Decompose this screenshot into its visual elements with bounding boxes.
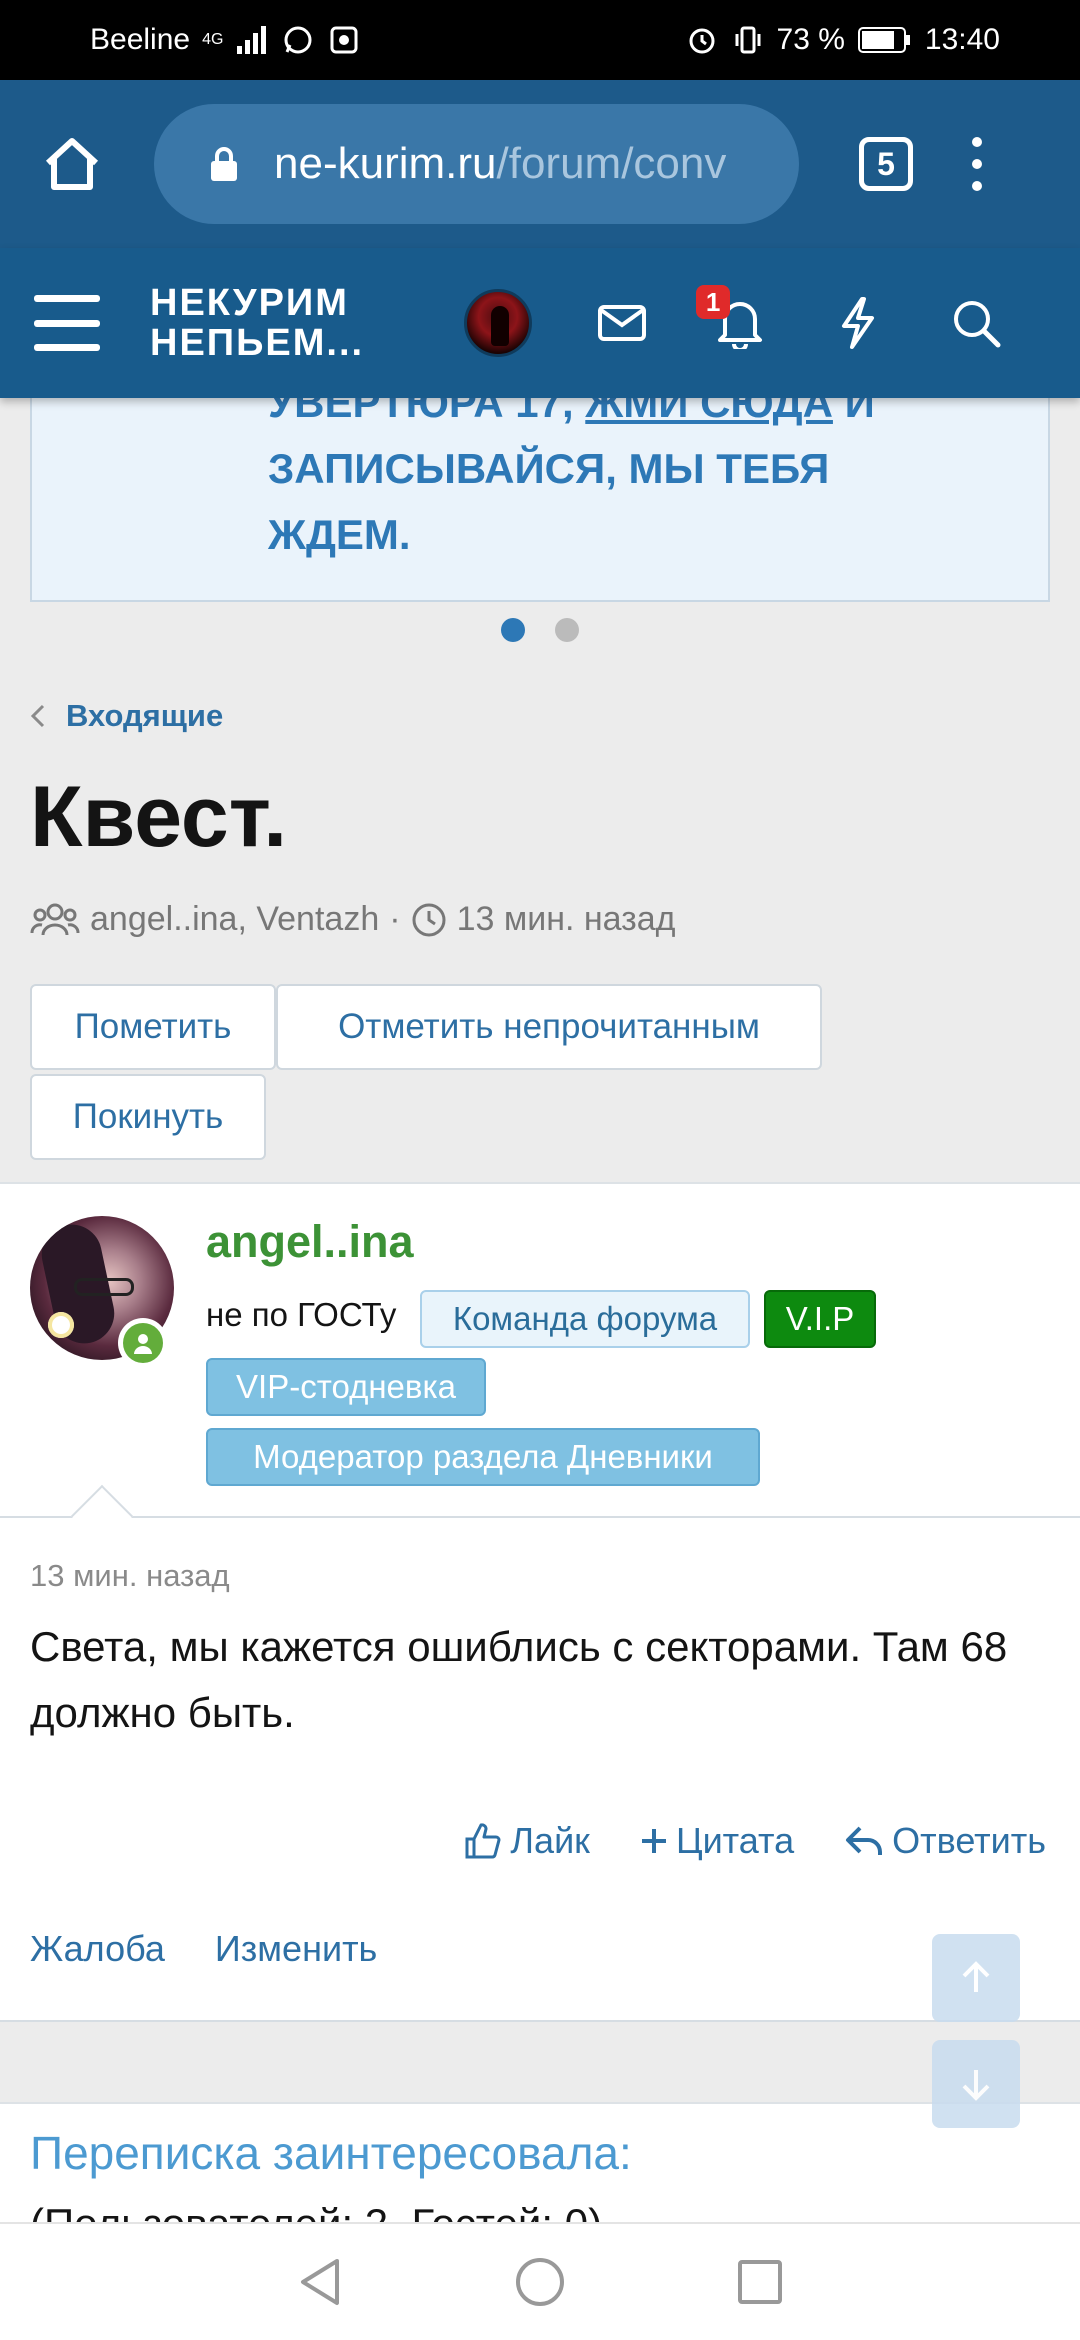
mark-button[interactable]: Пометить	[30, 984, 276, 1070]
status-left: Beeline 4G	[90, 23, 361, 57]
carousel-dots	[0, 618, 1080, 642]
url-path: /forum/conv	[496, 139, 727, 188]
recents-square-icon	[738, 2260, 782, 2304]
message-actions: Лайк Цитата Ответить	[464, 1820, 1046, 1862]
message-time[interactable]: 13 мин. назад	[30, 1558, 230, 1594]
online-status-icon	[118, 1318, 168, 1368]
status-bar: Beeline 4G 73 % 13:40	[0, 0, 1080, 80]
alarm-icon	[685, 23, 719, 57]
home-circle-icon	[516, 2258, 564, 2306]
address-bar[interactable]: ne-kurim.ru/forum/conv	[154, 104, 799, 224]
moderator-banner: Модератор раздела Дневники	[206, 1428, 760, 1486]
vibrate-icon	[731, 23, 765, 57]
report-link[interactable]: Жалоба	[30, 1928, 165, 1970]
back-triangle-icon	[301, 2259, 339, 2305]
logo-line-2: НЕПЬЕМ...	[150, 322, 365, 364]
message-text: Света, мы кажется ошиблись с секторами. …	[30, 1623, 1008, 1736]
envelope-icon	[598, 305, 647, 341]
conversation-time: 13 мин. назад	[456, 900, 676, 938]
breadcrumb-inbox[interactable]: Входящие	[66, 698, 223, 734]
carousel-dot-1[interactable]	[501, 618, 525, 642]
banner-line-3: ЖДЕМ.	[268, 511, 411, 558]
tab-switcher-button[interactable]: 5	[859, 137, 913, 191]
mark-unread-button[interactable]: Отметить непрочитанным	[276, 984, 822, 1070]
chevron-left-icon	[30, 704, 45, 728]
reply-icon	[846, 1826, 883, 1855]
vip-banner: V.I.P	[764, 1290, 876, 1348]
reply-button[interactable]: Ответить	[844, 1820, 1046, 1862]
viewers-block: Переписка заинтересовала: (Пользователей…	[0, 2102, 1080, 2226]
home-icon	[45, 138, 99, 190]
app-notification-icon	[327, 23, 361, 57]
scroll-to-bottom-button[interactable]	[932, 2040, 1020, 2128]
plus-icon	[641, 1829, 666, 1853]
status-right: 73 % 13:40	[685, 23, 1000, 57]
author-title: не по ГОСТу	[206, 1296, 397, 1333]
recents-button[interactable]	[730, 2252, 790, 2312]
whats-new-button[interactable]	[828, 293, 888, 353]
page-title: Квест.	[30, 769, 288, 865]
site-logo[interactable]: НЕКУРИМ НЕПЬЕМ...	[150, 283, 364, 363]
message-user-info: angel..ina не по ГОСТу Команда форума V.…	[0, 1182, 1080, 1518]
lock-icon	[204, 144, 244, 184]
diary-banner: VIP-стодневка	[206, 1358, 486, 1416]
team-banner: Команда форума	[420, 1290, 750, 1348]
reply-label: Ответить	[892, 1820, 1046, 1861]
banner-line-2: ЗАПИСЫВАЙСЯ, МЫ ТЕБЯ	[268, 445, 830, 492]
breadcrumb[interactable]: Входящие	[30, 698, 223, 734]
quote-button[interactable]: Цитата	[640, 1820, 794, 1862]
site-header: НЕКУРИМ НЕПЬЕМ... 1	[0, 248, 1080, 398]
leave-button[interactable]: Покинуть	[30, 1074, 266, 1160]
header-user-avatar[interactable]	[464, 289, 533, 357]
url-text: ne-kurim.ru/forum/conv	[274, 139, 726, 189]
hamburger-menu-icon[interactable]	[34, 295, 100, 351]
home-nav-button[interactable]	[510, 2252, 570, 2312]
arrow-down-icon	[962, 2070, 990, 2101]
conversation-meta: angel..ina, Ventazh · 13 мин. назад	[30, 900, 676, 939]
banner-text: УВЕРТЮРА 17, ЖМИ СЮДА И ЗАПИСЫВАЙСЯ, МЫ …	[268, 372, 1008, 568]
inbox-button[interactable]	[592, 293, 652, 353]
meta-separator: ·	[389, 900, 401, 938]
search-icon	[954, 301, 1001, 348]
search-button[interactable]	[946, 293, 1006, 353]
message-secondary-actions: Жалоба Изменить	[30, 1928, 377, 1970]
signal-icon	[235, 23, 269, 57]
browser-toolbar: ne-kurim.ru/forum/conv 5	[0, 80, 1080, 248]
alerts-button[interactable]: 1	[696, 285, 770, 353]
like-label: Лайк	[510, 1820, 590, 1861]
author-username[interactable]: angel..ina	[206, 1216, 414, 1268]
logo-line-1: НЕКУРИМ	[150, 282, 349, 324]
lightning-icon	[842, 297, 875, 349]
arrow-up-icon	[962, 1961, 990, 1992]
message-body: 13 мин. назад Света, мы кажется ошиблись…	[0, 1518, 1080, 2022]
thumbs-up-icon	[465, 1823, 501, 1859]
url-domain: ne-kurim.ru	[274, 139, 497, 188]
announcement-banner: УВЕРТЮРА 17, ЖМИ СЮДА И ЗАПИСЫВАЙСЯ, МЫ …	[30, 370, 1050, 602]
system-navigation-bar	[0, 2222, 1080, 2340]
quote-label: Цитата	[675, 1820, 795, 1861]
battery-percent: 73 %	[776, 23, 845, 56]
carousel-dot-2[interactable]	[555, 618, 579, 642]
carrier-name: Beeline	[90, 23, 191, 56]
participants: angel..ina, Ventazh	[90, 900, 380, 938]
like-button[interactable]: Лайк	[464, 1820, 590, 1862]
clock: 13:40	[924, 23, 1000, 56]
whatsapp-icon	[281, 23, 315, 57]
edit-link[interactable]: Изменить	[215, 1928, 377, 1970]
alerts-count-badge: 1	[696, 285, 731, 319]
browser-menu-button[interactable]	[965, 129, 989, 199]
network-type: 4G	[202, 31, 224, 48]
scroll-to-top-button[interactable]	[932, 1934, 1020, 2022]
users-icon	[30, 903, 80, 935]
clock-icon	[412, 903, 446, 936]
back-button[interactable]	[290, 2252, 350, 2312]
battery-icon	[857, 23, 913, 57]
viewers-title: Переписка заинтересовала:	[30, 2127, 632, 2179]
home-button[interactable]	[30, 122, 114, 206]
